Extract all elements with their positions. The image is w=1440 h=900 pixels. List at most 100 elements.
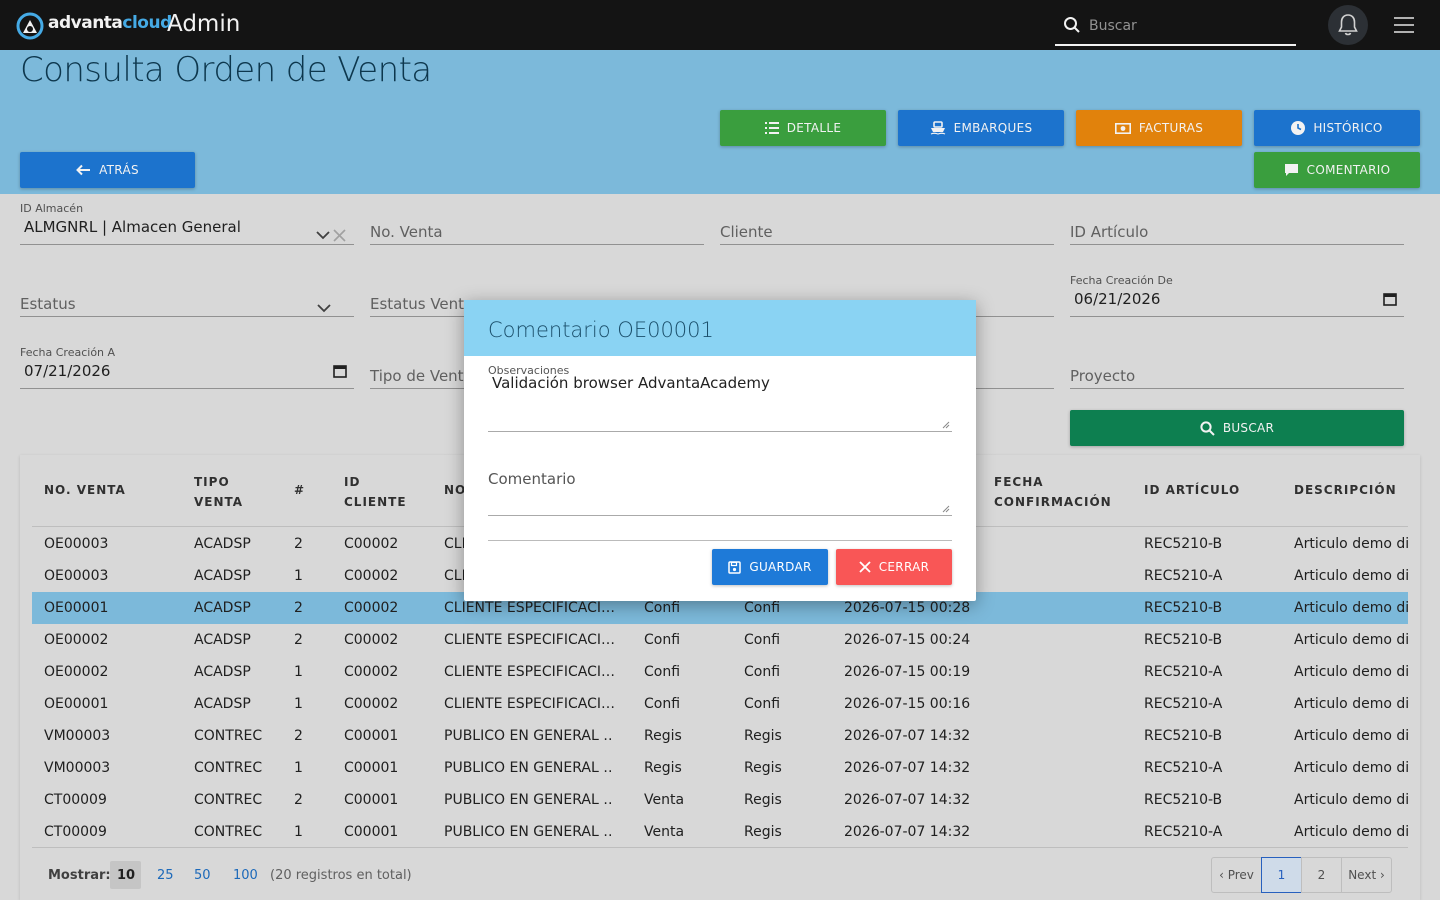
no-venta-field[interactable]: No. Venta <box>370 202 704 245</box>
fecha-creacion-de-field[interactable]: Fecha Creación De 06/21/2026 <box>1070 274 1404 317</box>
col-header-fecha-confirmacion[interactable]: FECHA CONFIRMACIÓN <box>994 472 1112 512</box>
cell-fecha-confirmacion <box>994 560 1134 592</box>
cliente-field[interactable]: Cliente <box>720 202 1054 245</box>
hamburger-menu-icon[interactable] <box>1394 17 1414 33</box>
page-size-50[interactable]: 50 <box>194 868 211 883</box>
cell-id-articulo: REC5210-A <box>1144 696 1223 712</box>
atras-button[interactable]: ATRÁS <box>20 152 195 188</box>
comment-icon <box>1284 164 1298 176</box>
cell-tipo-venta: CONTREC <box>194 728 263 744</box>
cell-descripcion: Articulo demo dinamico <box>1294 792 1408 808</box>
col-header-id-cliente[interactable]: ID CLIENTE <box>344 472 407 512</box>
cell-id-cliente: C00001 <box>344 824 399 840</box>
detalle-button-label: DETALLE <box>786 121 842 135</box>
cell-id-cliente: C00002 <box>344 568 399 584</box>
cell-fecha-confirmacion <box>994 624 1134 656</box>
cell-fecha-confirmacion <box>994 720 1134 752</box>
page-title: Consulta Orden de Venta <box>20 50 432 90</box>
cell-nombre-cliente: CLIENTE ESPECIFICACI… <box>444 696 614 712</box>
chevron-down-icon[interactable] <box>317 304 331 313</box>
col-header-descripcion[interactable]: DESCRIPCIÓN <box>1294 480 1397 500</box>
page-size-100[interactable]: 100 <box>233 868 258 883</box>
col-header-nombre[interactable]: NO <box>444 480 466 500</box>
table-row[interactable]: OE00002 ACADSP 2 C00002 CLIENTE ESPECIFICACI… <box>32 624 1408 656</box>
detalle-button[interactable]: DETALLE <box>720 110 886 146</box>
table-row[interactable]: CT00009 CONTREC 1 C00001 PUBLICO EN GENERAL … <box>32 816 1408 848</box>
guardar-button[interactable]: GUARDAR <box>712 549 828 585</box>
cell-fecha-confirmacion <box>994 784 1134 816</box>
bell-icon <box>1338 14 1358 36</box>
facturas-button[interactable]: FACTURAS <box>1076 110 1242 146</box>
prev-page-button[interactable]: ‹ Prev <box>1211 857 1262 893</box>
calendar-icon[interactable] <box>333 364 347 378</box>
cell-no-venta: OE00002 <box>44 664 109 680</box>
chevron-down-icon[interactable] <box>316 231 330 240</box>
cell-fecha-creacion: 2026-07-07 14:32 <box>844 760 971 776</box>
comentario-modal: Comentario OE00001 Observaciones Validac… <box>464 300 976 601</box>
page-size-25[interactable]: 25 <box>157 868 174 883</box>
cell-estatus-venta: Confi <box>744 632 781 648</box>
cell-no-venta: OE00003 <box>44 536 109 552</box>
id-articulo-placeholder: ID Artículo <box>1070 223 1149 241</box>
cell-no-venta: OE00003 <box>44 568 109 584</box>
cell-num: 1 <box>294 664 303 680</box>
proyecto-field[interactable]: Proyecto <box>1070 346 1404 389</box>
table-row[interactable]: OE00002 ACADSP 1 C00002 CLIENTE ESPECIFICACI… <box>32 656 1408 688</box>
col-header-no-venta[interactable]: NO. VENTA <box>44 480 126 500</box>
fecha-creacion-a-field[interactable]: Fecha Creación A 07/21/2026 <box>20 346 354 389</box>
col-header-fecha-conf-line1: FECHA <box>994 475 1044 489</box>
search-input[interactable] <box>1089 14 1289 38</box>
brand-name[interactable]: advantacloud <box>48 13 172 33</box>
clear-icon[interactable] <box>333 229 346 242</box>
cell-tipo-venta: ACADSP <box>194 632 251 648</box>
almacen-value: ALMGNRL | Almacen General <box>24 218 241 236</box>
fecha-a-label: Fecha Creación A <box>20 346 116 359</box>
atras-button-label: ATRÁS <box>99 163 139 177</box>
page-1-button[interactable]: 1 <box>1261 857 1302 893</box>
table-row[interactable]: CT00009 CONTREC 2 C00001 PUBLICO EN GENERAL … <box>32 784 1408 816</box>
modal-header: Comentario OE00001 <box>464 300 976 356</box>
almacen-select[interactable]: ID Almacén ALMGNRL | Almacen General <box>20 202 354 245</box>
observaciones-textarea[interactable]: Observaciones Validación browser Advanta… <box>488 364 952 432</box>
cell-id-cliente: C00001 <box>344 792 399 808</box>
embarques-button-label: EMBARQUES <box>953 121 1033 135</box>
resize-grip-icon[interactable] <box>942 505 950 513</box>
table-row[interactable]: VM00003 CONTREC 1 C00001 PUBLICO EN GENERAL … <box>32 752 1408 784</box>
embarques-button[interactable]: EMBARQUES <box>898 110 1064 146</box>
next-page-button[interactable]: Next › <box>1341 857 1392 893</box>
cell-estatus: Regis <box>644 760 682 776</box>
table-row[interactable]: OE00001 ACADSP 1 C00002 CLIENTE ESPECIFICACI… <box>32 688 1408 720</box>
table-row[interactable]: VM00003 CONTREC 2 C00001 PUBLICO EN GENERAL … <box>32 720 1408 752</box>
comentario-textarea[interactable]: Comentario <box>488 466 952 516</box>
proyecto-placeholder: Proyecto <box>1070 367 1136 385</box>
estatus-venta-placeholder: Estatus Venta <box>370 295 474 313</box>
buscar-button[interactable]: BUSCAR <box>1070 410 1404 446</box>
col-header-id-articulo[interactable]: ID ARTÍCULO <box>1144 480 1240 500</box>
cell-id-cliente: C00002 <box>344 632 399 648</box>
cell-nombre-cliente: PUBLICO EN GENERAL … <box>444 728 614 744</box>
advantacloud-logo-icon[interactable] <box>16 12 44 40</box>
estatus-select[interactable]: Estatus <box>20 274 354 317</box>
cell-tipo-venta: CONTREC <box>194 760 263 776</box>
resize-grip-icon[interactable] <box>942 421 950 429</box>
cell-num: 2 <box>294 792 303 808</box>
facturas-button-label: FACTURAS <box>1138 121 1204 135</box>
id-articulo-field[interactable]: ID Artículo <box>1070 202 1404 245</box>
footer-divider <box>32 847 1408 848</box>
col-header-tipo-venta[interactable]: TIPO VENTA <box>194 472 243 512</box>
fecha-de-value: 06/21/2026 <box>1074 290 1161 308</box>
clock-icon <box>1291 121 1306 135</box>
calendar-icon[interactable] <box>1383 292 1397 306</box>
col-header-num[interactable]: # <box>294 480 305 500</box>
cell-no-venta: OE00002 <box>44 632 109 648</box>
estatus-placeholder: Estatus <box>20 295 76 313</box>
cerrar-button-label: CERRAR <box>878 560 930 574</box>
cerrar-button[interactable]: CERRAR <box>836 549 952 585</box>
comentario-button[interactable]: COMENTARIO <box>1254 152 1420 188</box>
page-2-button[interactable]: 2 <box>1301 857 1342 893</box>
ship-icon <box>930 121 945 135</box>
fecha-de-label: Fecha Creación De <box>1070 274 1173 287</box>
historico-button[interactable]: HISTÓRICO <box>1254 110 1420 146</box>
page-size-10[interactable]: 10 <box>117 868 135 883</box>
notifications-button[interactable] <box>1328 5 1368 45</box>
